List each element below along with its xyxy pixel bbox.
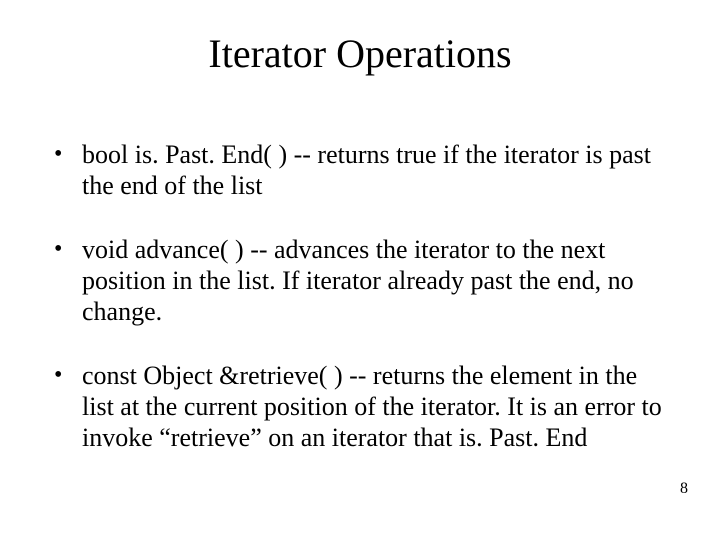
bullet-item: bool is. Past. End( ) -- returns true if… — [54, 140, 666, 201]
slide: Iterator Operations bool is. Past. End( … — [0, 0, 720, 540]
slide-title: Iterator Operations — [0, 30, 720, 77]
page-number: 8 — [680, 480, 688, 498]
bullet-list: bool is. Past. End( ) -- returns true if… — [54, 140, 666, 453]
bullet-item: void advance( ) -- advances the iterator… — [54, 235, 666, 327]
slide-body: bool is. Past. End( ) -- returns true if… — [54, 140, 666, 487]
bullet-item: const Object &retrieve( ) -- returns the… — [54, 361, 666, 453]
